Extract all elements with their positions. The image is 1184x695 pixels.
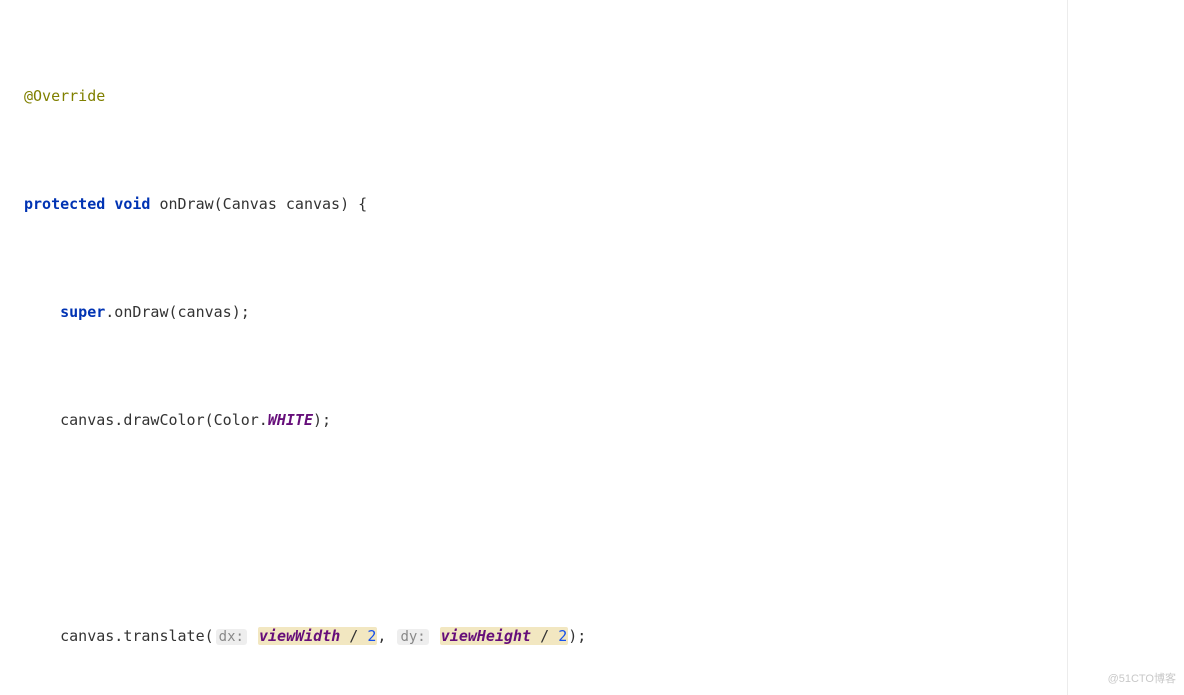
code-area[interactable]: @Override protected void onDraw(Canvas c… <box>0 0 1184 695</box>
code-line[interactable]: canvas.translate(dx: viewWidth / 2, dy: … <box>24 623 1184 651</box>
kw-protected: protected <box>24 195 105 213</box>
field-viewWidth: viewWidth <box>259 627 340 645</box>
param-hint-dx: dx: <box>216 629 247 645</box>
field-viewHeight: viewHeight <box>441 627 531 645</box>
watermark: @51CTO博客 <box>1108 666 1176 693</box>
param-hint-dy: dy: <box>397 629 428 645</box>
code-line[interactable]: protected void onDraw(Canvas canvas) { <box>24 191 1184 218</box>
text: .onDraw(canvas); <box>105 303 250 321</box>
text: canvas.drawColor(Color. <box>60 411 268 429</box>
const-white: WHITE <box>268 411 313 429</box>
code-line[interactable]: super.onDraw(canvas); <box>24 299 1184 326</box>
kw-void: void <box>114 195 150 213</box>
annotation-override: @Override <box>24 87 105 105</box>
text: canvas.translate( <box>60 627 214 645</box>
text: ); <box>313 411 331 429</box>
code-line[interactable]: @Override <box>24 83 1184 110</box>
code-editor[interactable]: @Override protected void onDraw(Canvas c… <box>0 0 1184 695</box>
blank-line <box>24 515 1184 542</box>
code-line[interactable]: canvas.drawColor(Color.WHITE); <box>24 407 1184 434</box>
kw-super: super <box>60 303 105 321</box>
method-sig: onDraw(Canvas canvas) { <box>159 195 367 213</box>
